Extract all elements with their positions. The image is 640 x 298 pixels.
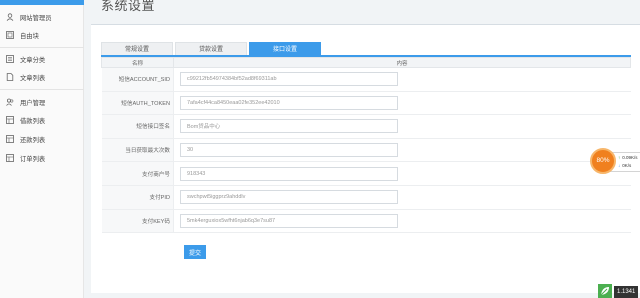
column-header-name: 名称 [101,57,174,68]
sidebar-item-free-block[interactable]: 自由块 [0,27,84,43]
badge-number: 1.1341 [614,286,639,298]
field-label: 支付KEY码 [101,209,174,234]
tab-general-settings[interactable]: 常规设置 [101,42,173,56]
field-label: 短信ACCOUNT_SID [101,67,174,92]
download-speed-row: ↓ 0K/s [618,163,631,168]
sidebar-item-order-list[interactable]: 订单列表 [0,150,84,166]
download-speed: 0K/s [622,163,632,168]
table-row: 当日获取最大次数 [101,138,631,163]
upload-arrow-icon: ↑ [618,155,621,160]
sidebar-divider [0,89,84,90]
sidebar-item-label: 还款列表 [20,136,46,144]
settings-panel: 常规设置 贷款设置 接口设置 名称 内容 短信ACCOUNT_SID 短信AUT… [91,25,640,293]
tab-interface-settings[interactable]: 接口设置 [249,42,321,56]
sidebar-item-label: 文章分类 [20,56,46,64]
document-icon [6,73,14,81]
sms-auth-token-input[interactable] [180,95,398,110]
sidebar-item-user-management[interactable]: 用户管理 [0,94,84,110]
table-row: 短信接口签名 [101,114,631,139]
sidebar-item-label: 网站管理员 [20,14,52,22]
sidebar-item-label: 借款列表 [20,117,46,125]
settings-table: 名称 内容 短信ACCOUNT_SID 短信AUTH_TOKEN 短信接口签名 … [101,57,631,234]
sidebar-item-label: 文章列表 [20,74,46,82]
payment-pid-input[interactable] [180,190,398,205]
sidebar-item-article-category[interactable]: 文章分类 [0,51,84,67]
daily-max-count-input[interactable] [180,143,398,158]
submit-button[interactable]: 提交 [184,245,206,259]
table-row: 短信AUTH_TOKEN [101,91,631,116]
grid-icon [6,154,14,162]
network-speed-widget[interactable]: 80% ↑ 0.09K/s ↓ 0K/s [590,148,640,176]
sidebar-item-label: 用户管理 [20,99,46,107]
download-arrow-icon: ↓ [618,163,621,168]
sidebar-active-item[interactable] [0,0,84,5]
table-row: 支付KEY码 [101,209,631,234]
sidebar: 网站管理员 自由块 文章分类 文章列表 用户管理 借款列表 还款列表 订单列表 [0,0,84,298]
settings-tabs: 常规设置 贷款设置 接口设置 [101,42,323,56]
leaf-icon [598,284,612,298]
sidebar-item-label: 自由块 [20,32,39,40]
sidebar-item-loan-list[interactable]: 借款列表 [0,112,84,128]
list-icon [6,55,14,63]
column-header-content: 内容 [173,57,631,68]
sidebar-item-article-list[interactable]: 文章列表 [0,69,84,85]
sidebar-item-label: 订单列表 [20,155,46,163]
table-row: 短信ACCOUNT_SID [101,67,631,92]
grid-icon [6,135,14,143]
table-row: 支付PID [101,185,631,210]
table-header-row: 名称 内容 [101,57,631,68]
field-label: 当日获取最大次数 [101,138,174,163]
table-row: 支付商户号 [101,161,631,186]
upload-speed: 0.09K/s [622,155,638,160]
sms-signature-input[interactable] [180,119,398,134]
upload-speed-row: ↑ 0.09K/s [618,155,638,160]
sms-account-sid-input[interactable] [180,72,398,87]
field-label: 支付商户号 [101,161,174,186]
speed-percent: 80% [590,148,616,174]
user-icon [6,13,14,21]
sidebar-item-repayment-list[interactable]: 还款列表 [0,131,84,147]
block-icon [6,31,14,39]
field-label: 支付PID [101,185,174,210]
sidebar-divider [0,47,84,48]
users-icon [6,98,14,106]
payment-key-input[interactable] [180,213,398,228]
tab-loan-settings[interactable]: 贷款设置 [175,42,247,56]
field-label: 短信AUTH_TOKEN [101,91,174,116]
page-title: 系统设置 [101,0,156,13]
grid-icon [6,116,14,124]
sidebar-item-site-admin[interactable]: 网站管理员 [0,9,84,25]
field-label: 短信接口签名 [101,114,174,139]
corner-badge: 1.1341 [598,284,640,298]
merchant-id-input[interactable] [180,166,398,181]
